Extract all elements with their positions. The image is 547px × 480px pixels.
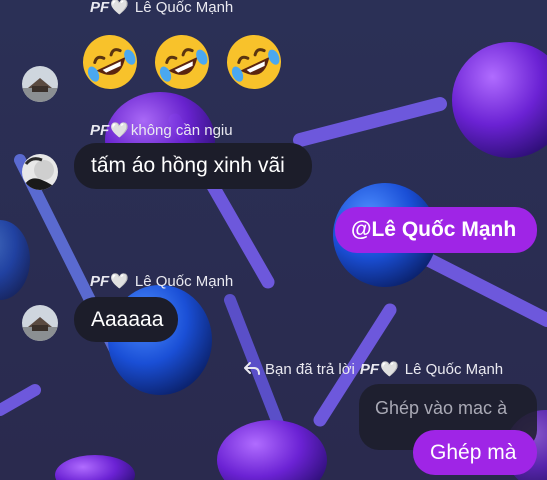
rolling-on-floor-laughing-emoji: [155, 35, 209, 89]
chat-thread: PF 🤍 Lê Quốc Mạnh PF 🤍 không cần ngiu tấ…: [0, 0, 547, 480]
white-heart-icon: 🤍: [110, 122, 129, 139]
message-bubble[interactable]: Aaaaaa: [74, 297, 178, 342]
reply-info: Bạn đã trả lời PF 🤍 Lê Quốc Mạnh: [244, 360, 503, 378]
emoji-message[interactable]: [78, 30, 286, 94]
quoted-text: Ghép vào mac à: [375, 398, 508, 418]
reply-arrow-icon: [244, 362, 260, 375]
message-text: Aaaaaa: [91, 307, 164, 331]
white-heart-icon: 🤍: [110, 273, 129, 290]
outgoing-message-bubble[interactable]: @Lê Quốc Mạnh: [335, 207, 537, 253]
sender-name[interactable]: Lê Quốc Mạnh: [135, 0, 233, 16]
avatar[interactable]: [22, 66, 58, 102]
rolling-on-floor-laughing-emoji: [83, 35, 137, 89]
reply-label: Bạn đã trả lời: [265, 360, 355, 378]
message-bubble[interactable]: tấm áo hồng xinh vãi: [74, 143, 312, 189]
sender-label: PF 🤍 Lê Quốc Mạnh: [90, 0, 234, 16]
white-heart-icon: 🤍: [380, 361, 399, 378]
reply-to-name: Lê Quốc Mạnh: [404, 360, 504, 378]
sender-name[interactable]: Lê Quốc Mạnh: [135, 273, 233, 290]
sender-name[interactable]: không cần ngiu: [131, 122, 233, 139]
mention-text: @Lê Quốc Mạnh: [351, 218, 517, 241]
avatar[interactable]: [22, 305, 58, 341]
sender-label: PF 🤍 Lê Quốc Mạnh: [90, 272, 234, 291]
sender-label: PF 🤍 không cần ngiu: [90, 121, 233, 140]
rolling-on-floor-laughing-emoji: [227, 35, 281, 89]
message-text: tấm áo hồng xinh vãi: [91, 154, 285, 177]
outgoing-message-bubble[interactable]: Ghép mà: [413, 430, 537, 475]
message-text: Ghép mà: [430, 440, 517, 464]
white-heart-icon: 🤍: [110, 0, 129, 16]
avatar[interactable]: [22, 154, 58, 190]
